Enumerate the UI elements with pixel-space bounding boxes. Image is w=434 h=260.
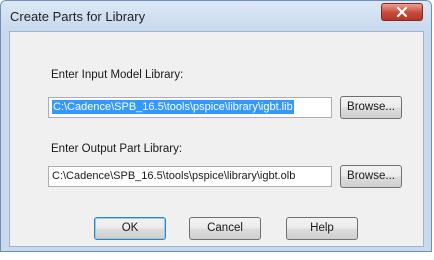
- input-library-field[interactable]: C:\Cadence\SPB_16.5\tools\pspice\library…: [48, 97, 332, 118]
- window-title: Create Parts for Library: [10, 9, 146, 24]
- output-library-value: C:\Cadence\SPB_16.5\tools\pspice\library…: [52, 170, 296, 182]
- input-library-value: C:\Cadence\SPB_16.5\tools\pspice\library…: [52, 100, 294, 114]
- input-library-label: Enter Input Model Library:: [51, 69, 184, 81]
- close-button[interactable]: [381, 3, 423, 21]
- output-library-field[interactable]: C:\Cadence\SPB_16.5\tools\pspice\library…: [48, 166, 332, 187]
- close-x-icon: [396, 6, 408, 18]
- cancel-button[interactable]: Cancel: [189, 217, 261, 240]
- output-browse-button[interactable]: Browse...: [340, 165, 402, 188]
- help-button[interactable]: Help: [286, 217, 358, 240]
- title-bar[interactable]: Create Parts for Library: [1, 1, 431, 31]
- dialog-window: Create Parts for Library Enter Input Mod…: [0, 0, 432, 252]
- dialog-body: Enter Input Model Library: C:\Cadence\SP…: [9, 31, 424, 247]
- input-browse-button[interactable]: Browse...: [340, 96, 402, 119]
- ok-button[interactable]: OK: [94, 217, 166, 240]
- output-library-label: Enter Output Part Library:: [51, 143, 183, 155]
